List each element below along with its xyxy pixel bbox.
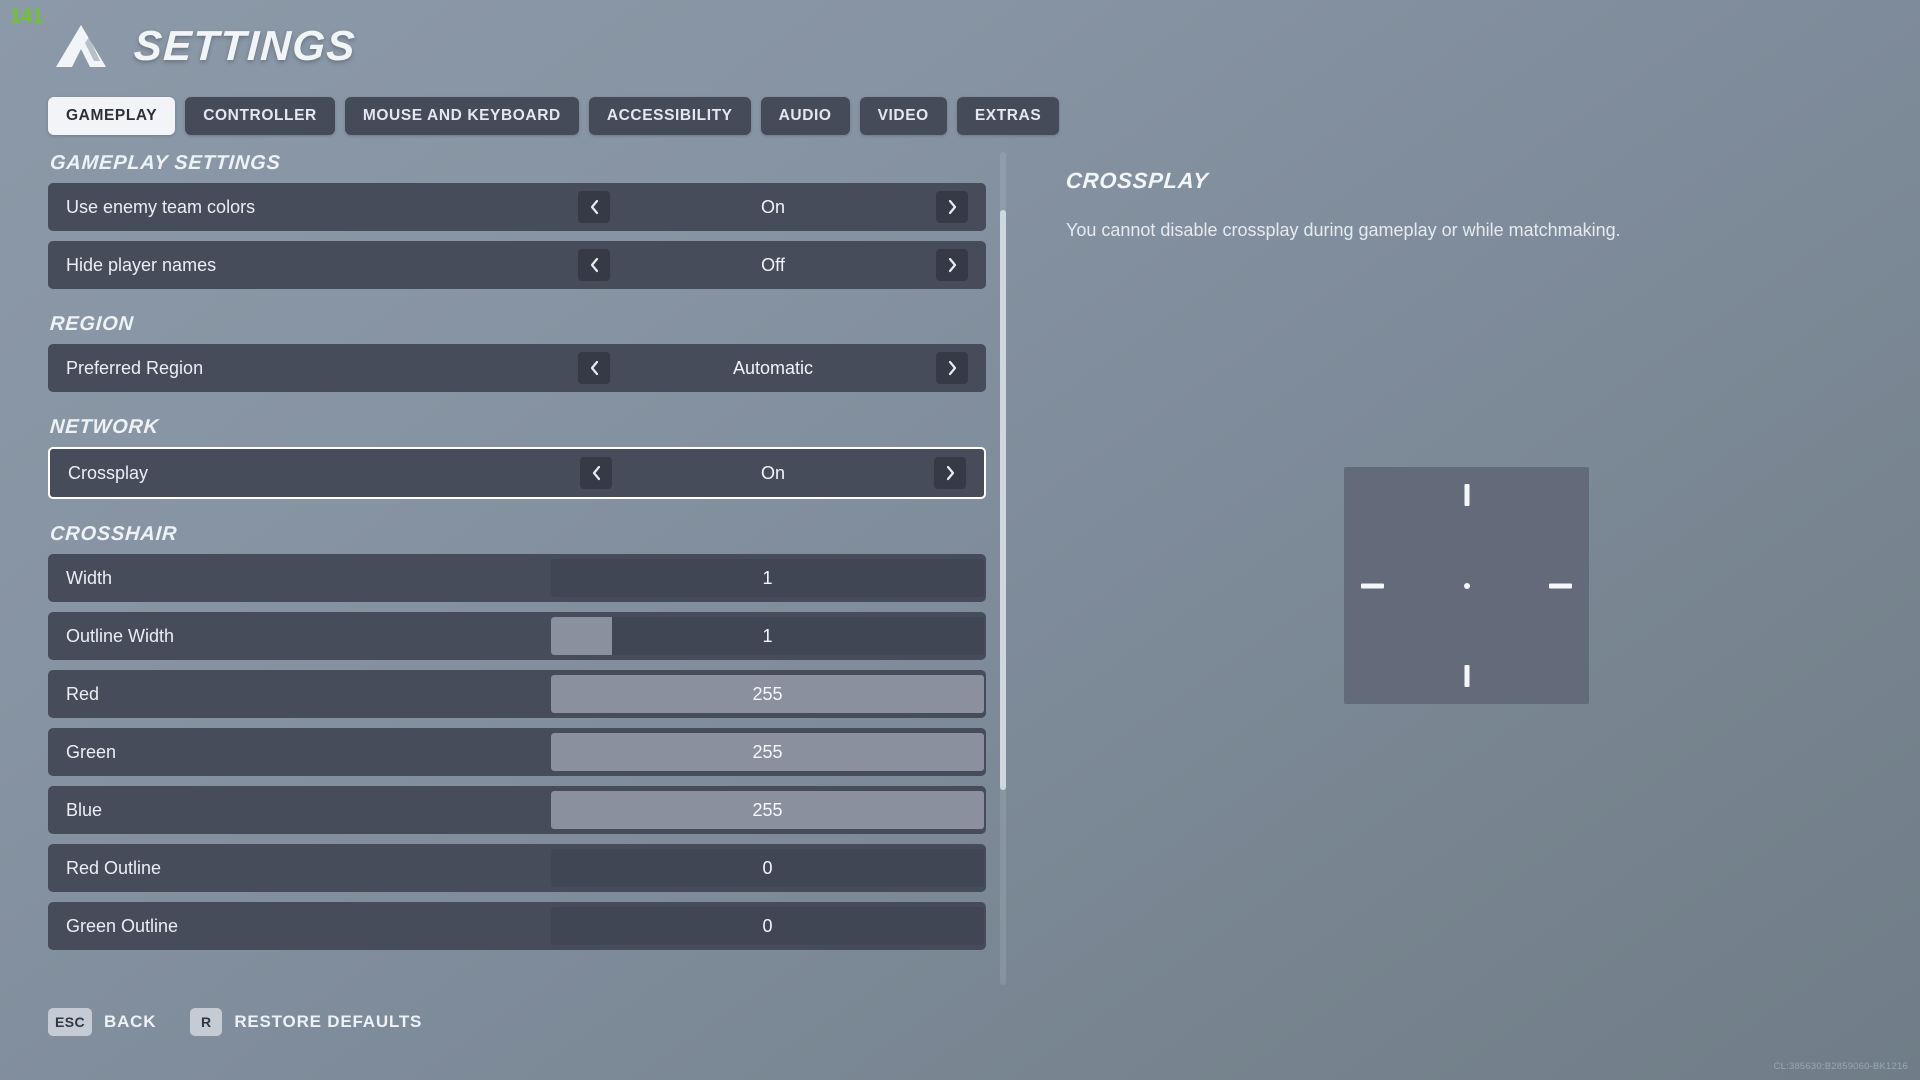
- slider-value: 0: [762, 915, 773, 936]
- page-header: SETTINGS: [50, 22, 358, 70]
- bottom-hint-bar: ESC BACK R RESTORE DEFAULTS: [48, 1008, 422, 1036]
- chevron-right-icon[interactable]: [936, 249, 968, 281]
- setting-label: Red: [66, 683, 100, 704]
- group-title-network: NETWORK: [49, 416, 160, 438]
- setting-label: Green Outline: [66, 915, 179, 936]
- restore-defaults-label: RESTORE DEFAULTS: [234, 1012, 423, 1031]
- tab-accessibility[interactable]: ACCESSIBILITY: [588, 97, 751, 135]
- slider-value: 255: [752, 799, 783, 820]
- setting-row-hide-player-names[interactable]: Hide player names Off: [48, 241, 986, 289]
- group-title-region: REGION: [49, 313, 135, 335]
- tab-audio[interactable]: AUDIO: [760, 97, 850, 135]
- chevron-right-icon[interactable]: [936, 352, 968, 384]
- scrollbar-thumb[interactable]: [1000, 210, 1006, 790]
- setting-row-red-outline[interactable]: Red Outline 0: [48, 844, 986, 892]
- crosshair-bottom-mark: [1464, 665, 1469, 687]
- setting-value: Off: [761, 254, 785, 275]
- tab-extras[interactable]: EXTRAS: [956, 97, 1060, 135]
- info-panel-title: CROSSPLAY: [1065, 168, 1210, 193]
- r-keycap: R: [190, 1008, 223, 1036]
- setting-row-preferred-region[interactable]: Preferred Region Automatic: [48, 344, 986, 392]
- setting-value: Automatic: [732, 357, 814, 378]
- page-title: SETTINGS: [132, 22, 358, 69]
- tab-mouse-and-keyboard[interactable]: MOUSE AND KEYBOARD: [344, 97, 579, 135]
- slider-value: 255: [752, 741, 783, 762]
- mountain-logo-icon: [50, 23, 112, 69]
- setting-row-blue[interactable]: Blue 255: [48, 786, 986, 834]
- slider-value: 1: [762, 567, 773, 588]
- setting-label: Hide player names: [66, 254, 217, 275]
- tab-video[interactable]: VIDEO: [859, 97, 947, 135]
- setting-value: On: [760, 462, 785, 483]
- settings-scrollbar[interactable]: [1000, 152, 1006, 985]
- info-panel: CROSSPLAY You cannot disable crossplay d…: [1065, 168, 1846, 243]
- setting-row-crossplay[interactable]: Crossplay On: [48, 447, 986, 499]
- setting-label: Green: [66, 741, 117, 762]
- tab-gameplay[interactable]: GAMEPLAY: [48, 97, 176, 135]
- group-title-crosshair: CROSSHAIR: [49, 523, 179, 545]
- crosshair-center-dot: [1463, 582, 1470, 589]
- crosshair-top-mark: [1464, 484, 1469, 506]
- crosshair-right-mark: [1549, 583, 1572, 588]
- setting-row-use-enemy-team-colors[interactable]: Use enemy team colors On: [48, 183, 986, 231]
- build-version-string: CL:385630:B2859060-BK1216: [1773, 1061, 1908, 1072]
- slider-value: 0: [762, 857, 773, 878]
- back-label: BACK: [104, 1012, 157, 1031]
- setting-row-green-outline[interactable]: Green Outline 0: [48, 902, 986, 950]
- setting-row-outline-width[interactable]: Outline Width 1: [48, 612, 986, 660]
- info-panel-description: You cannot disable crossplay during game…: [1066, 220, 1621, 240]
- back-hint[interactable]: ESC BACK: [48, 1008, 156, 1036]
- setting-label: Red Outline: [66, 857, 162, 878]
- setting-row-red[interactable]: Red 255: [48, 670, 986, 718]
- setting-label: Preferred Region: [66, 357, 204, 378]
- setting-label: Crossplay: [68, 462, 149, 483]
- settings-tab-bar: GAMEPLAY CONTROLLER MOUSE AND KEYBOARD A…: [48, 97, 1060, 135]
- crosshair-preview: [1344, 467, 1589, 704]
- chevron-left-icon[interactable]: [578, 352, 610, 384]
- tab-controller[interactable]: CONTROLLER: [185, 97, 335, 135]
- chevron-right-icon[interactable]: [934, 457, 966, 489]
- setting-label: Use enemy team colors: [66, 196, 256, 217]
- slider-value: 1: [762, 625, 773, 646]
- group-title-gameplay-settings: GAMEPLAY SETTINGS: [49, 152, 282, 174]
- setting-label: Blue: [66, 799, 103, 820]
- chevron-left-icon[interactable]: [578, 249, 610, 281]
- slider-value: 255: [752, 683, 783, 704]
- chevron-right-icon[interactable]: [936, 191, 968, 223]
- chevron-left-icon[interactable]: [580, 457, 612, 489]
- settings-list-panel: GAMEPLAY SETTINGS Use enemy team colors …: [48, 152, 1003, 985]
- chevron-left-icon[interactable]: [578, 191, 610, 223]
- setting-label: Outline Width: [66, 625, 175, 646]
- crosshair-left-mark: [1361, 583, 1384, 588]
- restore-defaults-hint[interactable]: R RESTORE DEFAULTS: [190, 1008, 422, 1036]
- esc-keycap: ESC: [48, 1008, 92, 1036]
- setting-row-green[interactable]: Green 255: [48, 728, 986, 776]
- setting-value: On: [760, 196, 785, 217]
- fps-counter: 141: [10, 6, 44, 28]
- setting-label: Width: [66, 567, 113, 588]
- setting-row-width[interactable]: Width 1: [48, 554, 986, 602]
